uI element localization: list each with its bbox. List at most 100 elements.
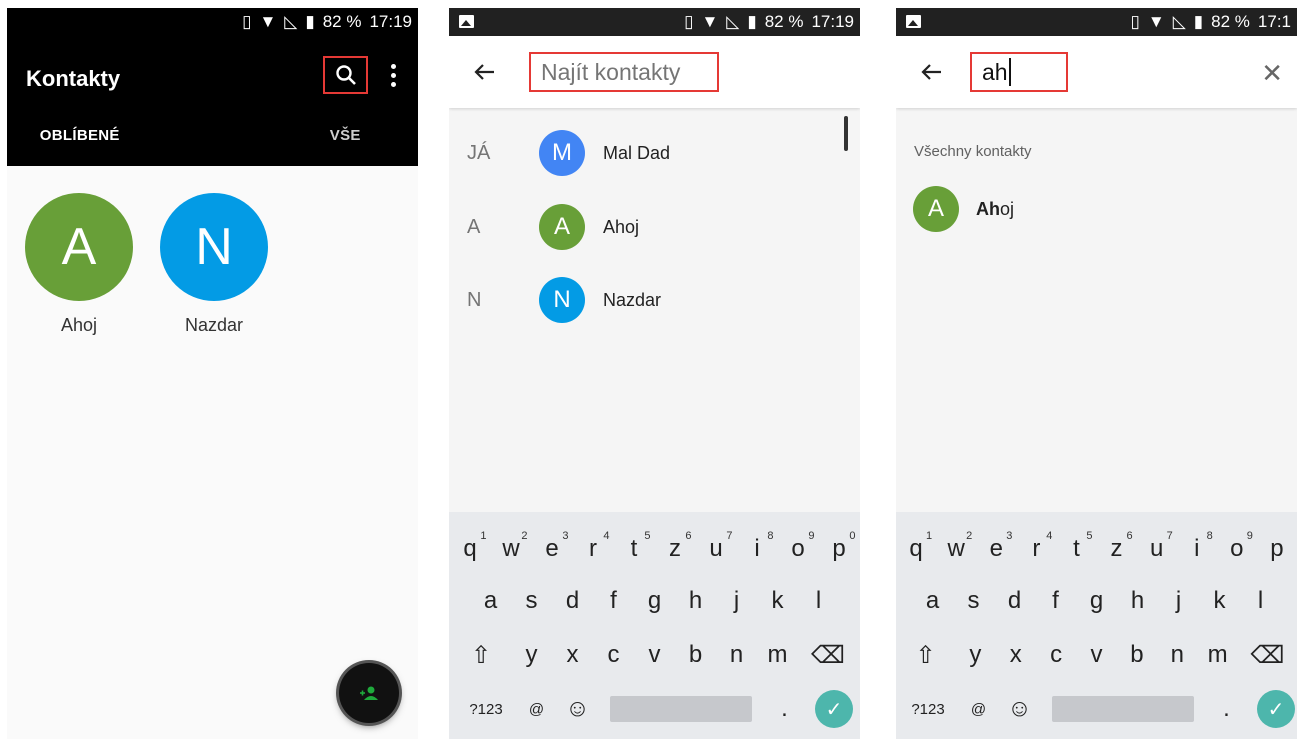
search-bar: ah ✕ (896, 36, 1297, 108)
avatar: A (913, 186, 959, 232)
space-key[interactable] (1052, 696, 1194, 722)
done-key[interactable]: ✓ (1257, 690, 1295, 728)
add-contact-button[interactable] (339, 663, 399, 723)
key[interactable]: g (634, 576, 675, 626)
vibrate-icon: ▯ (684, 12, 694, 31)
key[interactable]: v (1076, 630, 1116, 680)
key[interactable]: n (716, 630, 757, 680)
key[interactable]: i8 (737, 524, 778, 574)
search-input[interactable]: ah (970, 52, 1068, 92)
key[interactable]: s (511, 576, 552, 626)
key[interactable]: q1 (450, 524, 491, 574)
key[interactable]: o9 (778, 524, 819, 574)
key[interactable]: r4 (573, 524, 614, 574)
key[interactable]: g (1076, 576, 1117, 626)
section-letter: A (467, 215, 481, 238)
space-key[interactable] (610, 696, 752, 722)
shift-key[interactable]: ⇧ (451, 630, 511, 680)
key[interactable]: u7 (696, 524, 737, 574)
key[interactable]: p (1257, 524, 1297, 574)
favorite-contact-ahoj[interactable]: A Ahoj (24, 193, 134, 336)
search-button[interactable] (323, 56, 368, 94)
at-key[interactable]: @ (516, 684, 557, 734)
key[interactable]: m (757, 630, 798, 680)
period-key[interactable]: . (764, 684, 805, 734)
symbols-key[interactable]: ?123 (898, 684, 958, 734)
done-key[interactable]: ✓ (815, 690, 853, 728)
keyboard-row-1: q1 w2 e3 r4 t5 z6 u7 i8 o9 p0 (449, 524, 860, 574)
key[interactable]: f (593, 576, 634, 626)
key[interactable]: s (953, 576, 994, 626)
key[interactable]: i8 (1177, 524, 1217, 574)
more-vert-icon (390, 63, 396, 69)
key[interactable]: z6 (655, 524, 696, 574)
list-item[interactable]: A A Ahoj (449, 197, 860, 257)
key[interactable]: t5 (1056, 524, 1096, 574)
key[interactable]: e3 (532, 524, 573, 574)
clock: 17:19 (811, 12, 854, 31)
key[interactable]: b (1117, 630, 1157, 680)
wifi-icon: ▼ (1147, 12, 1165, 31)
list-item[interactable]: N N Nazdar (449, 270, 860, 330)
key[interactable]: o9 (1217, 524, 1257, 574)
key[interactable]: j (716, 576, 757, 626)
key[interactable]: y (511, 630, 552, 680)
key[interactable]: v (634, 630, 675, 680)
key[interactable]: p0 (819, 524, 860, 574)
app-bar: Kontakty OBLÍBENÉ VŠE (7, 36, 418, 166)
clear-search-icon[interactable]: ✕ (1261, 58, 1283, 89)
key[interactable]: h (675, 576, 716, 626)
key[interactable]: u7 (1137, 524, 1177, 574)
key[interactable]: k (1199, 576, 1240, 626)
tab-favorites[interactable]: OBLÍBENÉ (7, 110, 153, 160)
key[interactable]: t5 (614, 524, 655, 574)
more-options-button[interactable] (383, 60, 403, 90)
list-item[interactable]: JÁ M Mal Dad (449, 123, 860, 183)
key[interactable]: d (994, 576, 1035, 626)
tab-all[interactable]: VŠE (153, 110, 419, 160)
image-notification-icon (906, 15, 921, 28)
key[interactable]: e3 (976, 524, 1016, 574)
back-arrow-icon[interactable] (918, 58, 946, 86)
key[interactable]: l (798, 576, 839, 626)
key[interactable]: n (1157, 630, 1197, 680)
symbols-key[interactable]: ?123 (456, 684, 516, 734)
key[interactable]: x (996, 630, 1036, 680)
key[interactable]: r4 (1016, 524, 1056, 574)
key[interactable]: c (593, 630, 634, 680)
key[interactable]: q1 (896, 524, 936, 574)
key[interactable]: x (552, 630, 593, 680)
contact-name: Ahoj (603, 216, 640, 237)
key[interactable]: y (955, 630, 995, 680)
key[interactable]: j (1158, 576, 1199, 626)
match-highlight: Ah (976, 198, 1000, 219)
avatar: N (160, 193, 268, 301)
search-input[interactable]: Najít kontakty (529, 52, 719, 92)
search-result-item[interactable]: A Ahoj (913, 186, 1014, 232)
favorite-contact-nazdar[interactable]: N Nazdar (159, 193, 269, 336)
back-arrow-icon[interactable] (471, 58, 499, 86)
key[interactable]: h (1117, 576, 1158, 626)
key[interactable]: a (912, 576, 953, 626)
search-placeholder: Najít kontakty (541, 58, 681, 85)
key[interactable]: b (675, 630, 716, 680)
key[interactable]: k (757, 576, 798, 626)
period-key[interactable]: . (1206, 684, 1247, 734)
key[interactable]: w2 (936, 524, 976, 574)
at-key[interactable]: @ (958, 684, 999, 734)
key[interactable]: a (470, 576, 511, 626)
key[interactable]: m (1197, 630, 1237, 680)
key[interactable]: l (1240, 576, 1281, 626)
avatar: A (539, 204, 585, 250)
emoji-key[interactable]: ☺ (999, 684, 1040, 734)
emoji-key[interactable]: ☺ (557, 684, 598, 734)
shift-key[interactable]: ⇧ (896, 630, 955, 680)
key[interactable]: w2 (491, 524, 532, 574)
key[interactable]: d (552, 576, 593, 626)
backspace-key[interactable]: ⌫ (798, 630, 858, 680)
backspace-key[interactable]: ⌫ (1238, 630, 1297, 680)
battery-percent: 82 % (1211, 12, 1250, 31)
key[interactable]: f (1035, 576, 1076, 626)
key[interactable]: z6 (1097, 524, 1137, 574)
key[interactable]: c (1036, 630, 1076, 680)
